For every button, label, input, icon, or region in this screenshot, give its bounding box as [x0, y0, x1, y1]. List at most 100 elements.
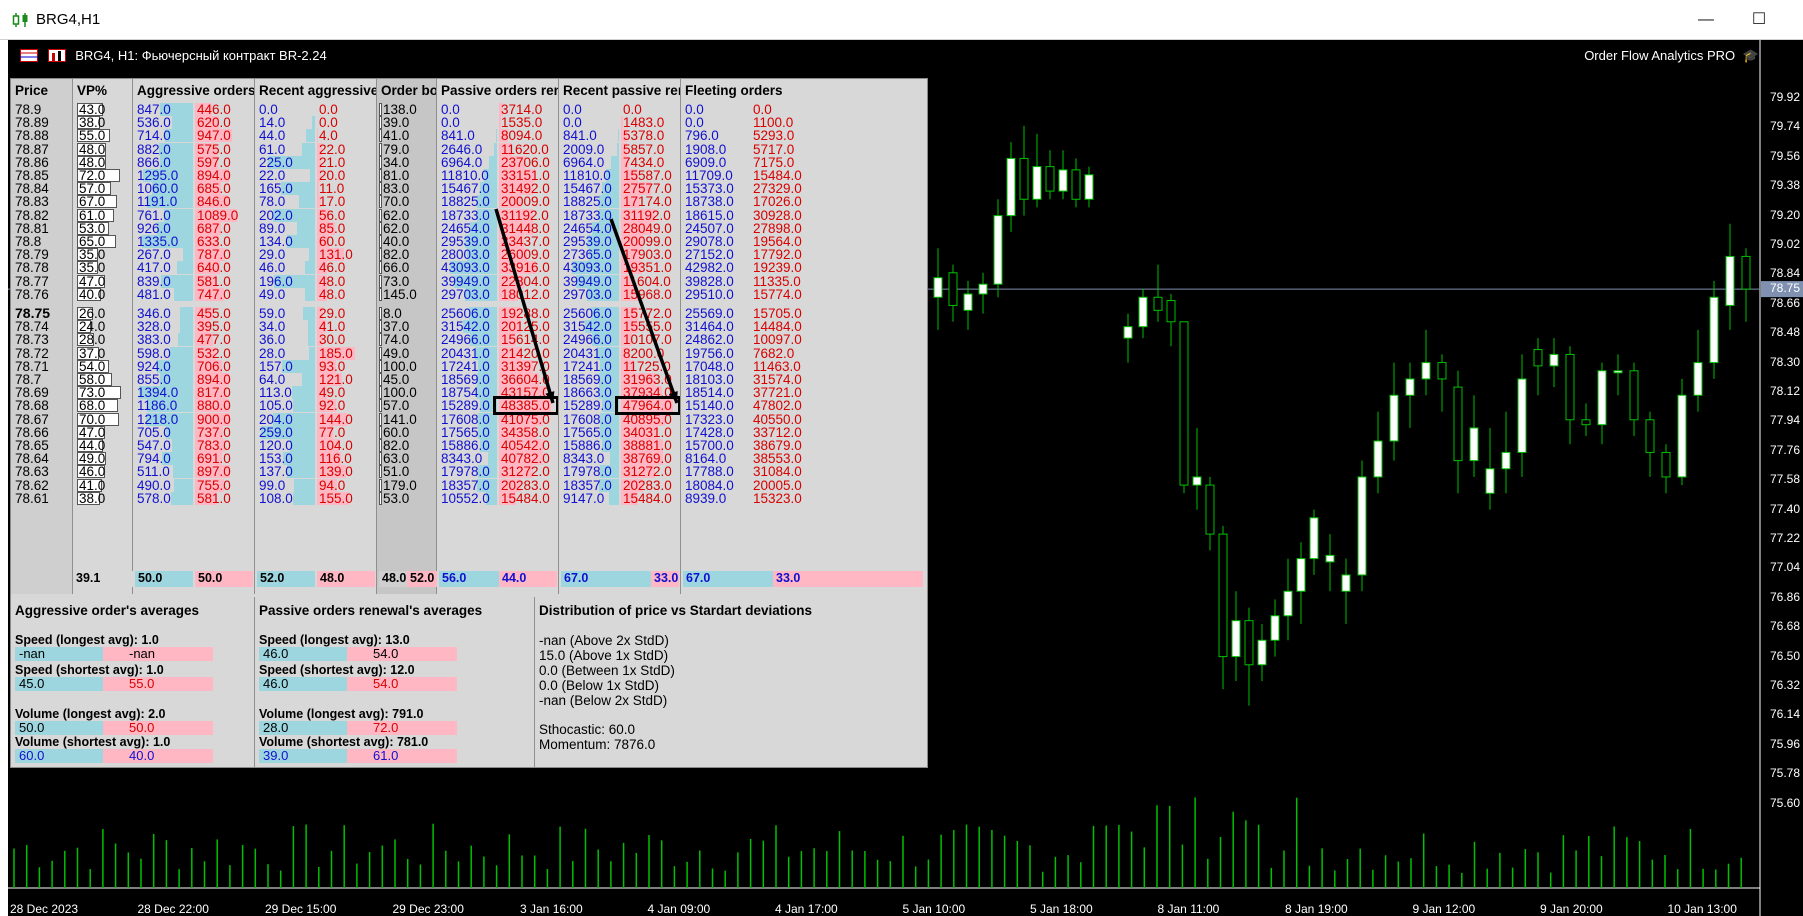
- order-book-bar: [379, 452, 382, 466]
- price-cell: 78.61: [15, 490, 49, 506]
- order-book-bar: [379, 491, 382, 505]
- price-axis-label: 75.78: [1770, 766, 1801, 781]
- fleeting-row: 29510.0 15774.0: [681, 287, 921, 302]
- fleeting-row: 8939.0 15323.0: [681, 491, 921, 506]
- passive-buy-bar: [489, 155, 497, 169]
- column-header-raggr: Recent aggressive ord: [259, 83, 377, 98]
- recent-aggressive-buy-bar: [312, 116, 315, 130]
- bull-candle: [1725, 255, 1735, 306]
- column-header-price: Price: [15, 83, 49, 98]
- bull-candle: [1677, 394, 1687, 478]
- aggressive-buy-value: 481.0: [137, 286, 171, 302]
- aggressive-buy-bar: [171, 439, 193, 452]
- bull-candle: [1517, 378, 1527, 453]
- recent-passive-sell-value: 15968.0: [623, 286, 672, 302]
- title-bar: BRG4,H1 — ☐ ✕: [0, 0, 1803, 40]
- bear-candle: [1045, 166, 1055, 192]
- time-axis-label: 3 Jan 16:00: [520, 902, 583, 916]
- price-axis-label: 76.68: [1770, 619, 1801, 634]
- time-axis-label: 5 Jan 18:00: [1030, 902, 1093, 916]
- passive-averages-vol-short: Volume (shortest avg): 781.0: [259, 735, 429, 749]
- order-book-bar: [379, 169, 382, 182]
- aggressive-averages-speed-long-bar-a: -nan: [15, 647, 103, 661]
- maximize-button[interactable]: ☐: [1736, 6, 1782, 34]
- recent-aggressive-sell-value: 155.0: [319, 490, 353, 506]
- recent-aggressive-buy-bar: [310, 169, 315, 182]
- time-axis-label: 5 Jan 10:00: [902, 902, 966, 916]
- order-flow-panel: Price 78.9 78.89 78.88 78.87 78.86 78.85 78.84 7…: [10, 78, 928, 768]
- bear-candle: [1645, 419, 1655, 453]
- aggressive-buy-bar: [176, 261, 193, 275]
- footer-fleeting-sell: 33.0: [773, 571, 923, 587]
- price-axis-label: 75.60: [1770, 795, 1801, 810]
- aggressive-averages-speed-short-bar-b: 55.0: [103, 677, 213, 691]
- price-axis-label: 77.76: [1770, 442, 1801, 457]
- footer-vp: 39.1: [73, 571, 133, 587]
- bull-candle: [993, 215, 1003, 285]
- order-book-bar: [379, 155, 382, 169]
- price-axis-label: 79.38: [1770, 178, 1801, 193]
- time-axis-label: 4 Jan 17:00: [775, 902, 838, 916]
- passive-buy-value: 29703.0: [441, 286, 490, 302]
- recent-passive-buy-bar: [609, 452, 619, 466]
- aggressive-buy-bar: [170, 491, 193, 505]
- recent-aggressive-buy-bar: [304, 287, 315, 301]
- stddev-line: -nan (Below 2x StdD): [539, 693, 668, 708]
- passive-buy-bar: [487, 452, 497, 466]
- bull-candle: [1389, 394, 1399, 442]
- vp-row: 40.0: [73, 286, 132, 302]
- column-price: Price 78.9 78.89 78.88 78.87 78.86 78.85 78.84 7…: [11, 79, 73, 594]
- terminal-window: BRG4,H1 — ☐ ✕ BRG4, H1: Фьючерсный контр…: [0, 0, 1803, 916]
- passive-averages-speed-short: Speed (shortest avg): 12.0: [259, 663, 415, 677]
- aggressive-averages-vol-long: Volume (longest avg): 2.0: [15, 707, 166, 721]
- order-book-bar: [379, 235, 382, 248]
- order-book-bar: [379, 439, 382, 452]
- price-axis-label: 79.92: [1770, 90, 1801, 104]
- order-book-bar: [379, 274, 382, 288]
- bull-candle: [1283, 590, 1293, 617]
- passive-row: 10552.0 15484.0: [437, 490, 558, 506]
- stddev-line: 15.0 (Above 1x StdD): [539, 648, 669, 663]
- price-axis-label: 76.32: [1770, 678, 1801, 692]
- column-book: Order boo138.039.041.079.034.081.083.070…: [377, 79, 437, 594]
- recent-aggressive-sell-bar: [317, 129, 318, 143]
- aggressive-row: 481.0 747.0: [133, 286, 254, 302]
- recent-aggressive-buy-bar: [307, 320, 315, 334]
- bull-candle: [1373, 440, 1383, 478]
- passive-averages-speed-long-bar-a: 46.0: [259, 647, 347, 661]
- price-axis-label: 77.94: [1770, 413, 1801, 428]
- chart-area[interactable]: BRG4, H1: Фьючерсный контракт BR-2.24 Or…: [8, 40, 1803, 916]
- window-title: BRG4,H1: [36, 11, 101, 28]
- bull-candle: [1084, 174, 1094, 200]
- bear-candle: [1741, 255, 1751, 290]
- column-header-aggr: Aggressive orders: [137, 83, 255, 98]
- fleeting-sell-value: 15323.0: [753, 490, 802, 506]
- bull-candle: [1058, 169, 1068, 192]
- recent-aggressive-row: 108.0 155.0: [255, 490, 376, 506]
- order-book-bar: [379, 195, 382, 209]
- price-cell: 78.76: [15, 286, 49, 302]
- time-axis-label: 10 Jan 13:00: [1667, 902, 1737, 916]
- passive-buy-value: 10552.0: [441, 490, 490, 506]
- column-vp: VP% 43.0 38.0 55.0 48.0 48.0 72.0 57.0 67.0 61.0 5…: [73, 79, 133, 594]
- order-book-bar: [379, 142, 382, 156]
- bull-candle: [978, 283, 988, 295]
- chart-symbol-label: BRG4, H1: Фьючерсный контракт BR-2.24: [75, 48, 327, 63]
- order-book-bar: [379, 425, 382, 439]
- aggressive-buy-bar: [180, 320, 193, 334]
- order-book-bar: [379, 287, 382, 301]
- time-axis-label: 9 Jan 12:00: [1412, 902, 1476, 916]
- bear-candle: [1533, 349, 1543, 367]
- bull-candle: [1485, 468, 1495, 494]
- graduation-cap-icon: 🎓: [1742, 48, 1759, 63]
- recent-aggressive-buy-bar: [301, 373, 315, 386]
- recent-aggressive-buy-bar: [296, 221, 315, 235]
- chart-header: BRG4, H1: Фьючерсный контракт BR-2.24: [20, 48, 327, 63]
- minimize-button[interactable]: —: [1683, 6, 1729, 34]
- passive-averages-vol-long: Volume (longest avg): 791.0: [259, 707, 424, 721]
- footer-book-buy: 48.0: [379, 571, 407, 587]
- aggressive-averages-vol-short-bar-a: 60.0: [15, 749, 103, 763]
- price-axis-label: 79.02: [1770, 237, 1801, 251]
- vp-value: 40.0: [79, 286, 106, 302]
- bull-candle: [1341, 574, 1351, 592]
